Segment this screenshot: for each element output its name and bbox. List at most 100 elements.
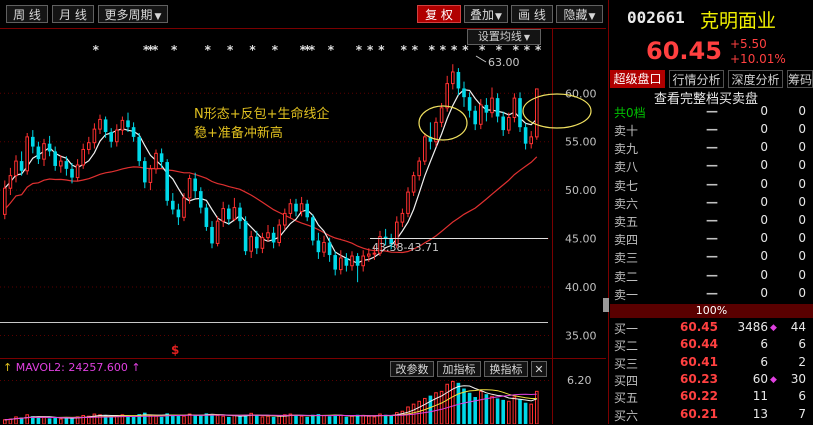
ask-row[interactable]: 卖三 — 0 0 (612, 249, 810, 267)
ask-row[interactable]: 卖九 — 0 0 (612, 140, 810, 158)
bid-row[interactable]: 买五 60.22 11 6 (612, 389, 810, 407)
order-volume: 0 (760, 104, 768, 118)
volume-bar-up (277, 414, 281, 424)
candle-up (299, 203, 304, 212)
volume-bar-up (59, 418, 63, 424)
order-level-label: 卖六 (614, 196, 639, 211)
y-tick-label: 50.00 (565, 184, 597, 197)
y-tick-label: 45.00 (565, 233, 597, 246)
order-level-label: 卖九 (614, 142, 639, 157)
volume-bar-up (14, 416, 18, 424)
candle-down (316, 240, 321, 253)
order-volume: 0 (760, 213, 768, 227)
ask-row[interactable]: 卖八 — 0 0 (612, 158, 810, 176)
volume-bar-up (434, 392, 438, 424)
signal-star: * (328, 43, 335, 57)
order-level-label: 共0档 (614, 106, 646, 120)
ask-row[interactable]: 卖六 — 0 0 (612, 195, 810, 213)
candle-up (512, 97, 517, 118)
candle-down (495, 98, 500, 117)
bid-row[interactable]: 买三 60.41 6 2 (612, 355, 810, 373)
candle-down (193, 178, 197, 192)
tab-market-analysis[interactable]: 行情分析 (669, 70, 724, 88)
volume-bar-up (367, 415, 371, 424)
candle-down (473, 110, 477, 125)
order-volume: 13 (752, 406, 768, 421)
volume-bar-up (42, 416, 46, 424)
candle-down (462, 88, 466, 98)
candle-down (159, 153, 164, 163)
bid-row[interactable]: 买二 60.44 6 6 (612, 337, 810, 355)
candle-up (439, 107, 444, 123)
ask-row[interactable]: 卖七 — 0 0 (612, 177, 810, 195)
volume-bar-down (389, 415, 393, 424)
volume-bar-down (171, 414, 175, 424)
candle-down (305, 203, 309, 218)
candle-up (25, 136, 29, 172)
candle-down (243, 221, 248, 252)
order-level-label: 卖五 (614, 215, 639, 229)
tab-deep-analysis[interactable]: 深度分析 (728, 70, 783, 88)
volume-bar-up (417, 400, 421, 424)
ask-row[interactable]: 卖五 — 0 0 (612, 213, 810, 231)
order-price: 60.44 (680, 337, 718, 352)
candle-down (53, 151, 57, 166)
more-period-button[interactable]: 更多周期 ▼ (98, 5, 168, 23)
volume-bar-down (255, 415, 259, 424)
candle-down (271, 232, 276, 243)
volume-bar-down (495, 398, 500, 424)
ask-row[interactable]: 卖四 — 0 0 (612, 231, 810, 249)
y-tick-label: 35.00 (565, 329, 597, 342)
volume-bar-down (305, 416, 309, 424)
hide-button[interactable]: 隐藏▼ (556, 5, 603, 23)
ma-setting-button[interactable]: 设置均线 ▼ (467, 29, 541, 45)
volume-bar-up (535, 390, 539, 424)
volume-bar-up (115, 415, 119, 424)
candle-up (339, 257, 343, 271)
order-price: — (706, 231, 718, 246)
scroll-handle[interactable] (603, 298, 609, 312)
chevron-down-icon: ▼ (523, 33, 531, 42)
bid-row[interactable]: 买六 60.21 13 7 (612, 407, 810, 425)
volume-bar-down (176, 415, 181, 424)
volume-bar-up (299, 415, 304, 424)
signal-star: * (496, 43, 503, 57)
candle-up (221, 208, 225, 222)
range-label: 43.38-43.71 (372, 241, 439, 254)
candle-up (367, 253, 371, 257)
orderbook-total-row[interactable]: 共0档 — 0 0 (612, 104, 810, 122)
candlestick-chart[interactable]: * *** * * * * * *** * * * * * * * * * * * * * * * 60.0055.0050… (0, 28, 606, 358)
order-count: 30 (790, 371, 806, 386)
candle-up (115, 129, 119, 143)
candle-down (70, 168, 74, 178)
order-level-label: 买五 (614, 391, 639, 406)
tab-chips[interactable]: 筹码 (787, 70, 813, 88)
candle-down (523, 127, 528, 144)
order-volume: 6 (760, 354, 768, 369)
volume-bar-down (199, 414, 203, 424)
signal-star: * (524, 43, 531, 57)
order-price: — (706, 267, 718, 282)
bid-row[interactable]: 买一 60.45 3486 44 ◆ (612, 320, 810, 338)
candle-up (417, 160, 421, 177)
high-price-label: 63.00 (488, 56, 520, 69)
ask-row[interactable]: 卖十 — 0 0 (612, 122, 810, 140)
candle-down (484, 104, 489, 113)
volume-bar-down (344, 416, 349, 424)
order-price: — (706, 194, 718, 209)
overlay-button[interactable]: 叠加▼ (464, 5, 508, 23)
ask-row[interactable]: 卖二 — 0 0 (612, 268, 810, 286)
bid-row[interactable]: 买四 60.23 60 30 ◆ (612, 372, 810, 390)
draw-line-button[interactable]: 画 线 (511, 5, 553, 23)
signal-star: * (249, 43, 256, 57)
order-price: 60.41 (680, 354, 718, 369)
signal-star: * (205, 43, 212, 57)
order-price: — (706, 213, 718, 227)
ask-row[interactable]: 卖一 — 0 0 (612, 286, 810, 304)
month-line-button[interactable]: 月 线 (52, 5, 94, 23)
candle-down (227, 208, 231, 220)
fuquan-button[interactable]: 复 权 (417, 5, 461, 23)
week-line-button[interactable]: 周 线 (6, 5, 48, 23)
tab-super-orderbook[interactable]: 超级盘口 (610, 70, 665, 88)
candle-up (260, 237, 265, 249)
